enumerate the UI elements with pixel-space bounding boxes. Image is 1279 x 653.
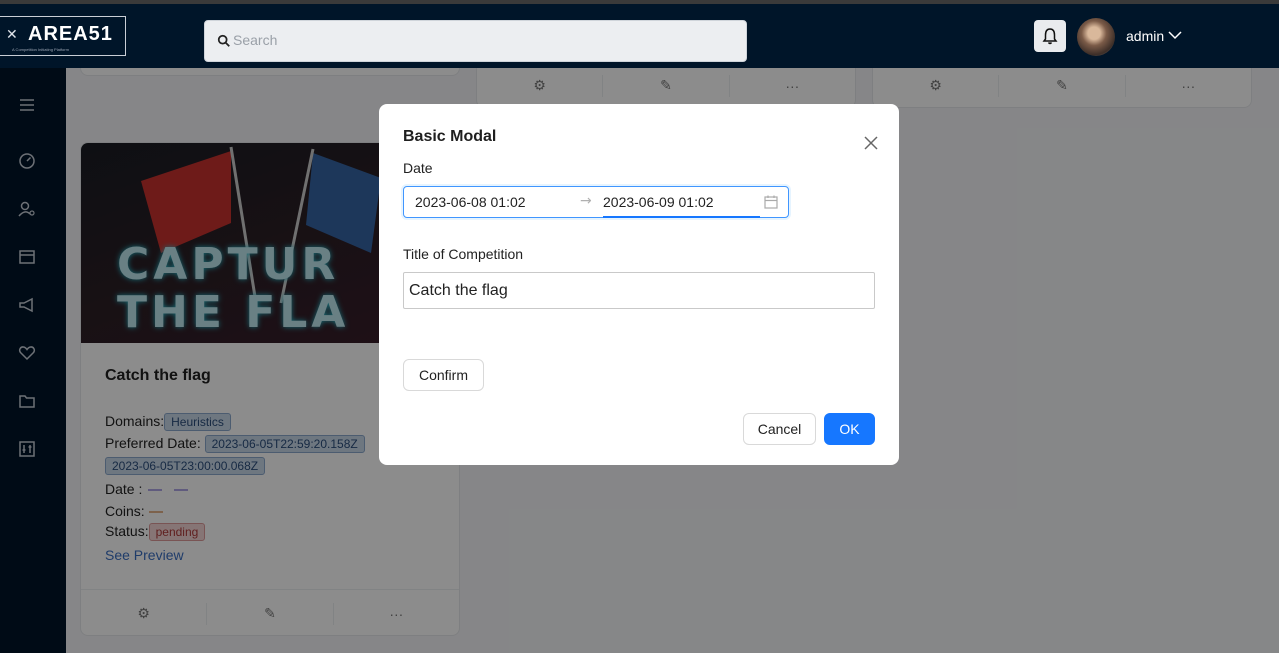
logo-text: AREA51 [28,23,113,45]
logo-tagline: A Competition Initiating Platform [12,47,69,52]
top-header: ✕ AREA51 A Competition Initiating Platfo… [0,4,1279,68]
active-input-indicator [603,216,760,218]
date-range-picker[interactable]: 2023-06-08 01:02 → 2023-06-09 01:02 [403,186,789,218]
cancel-button[interactable]: Cancel [743,413,816,445]
avatar[interactable] [1077,18,1115,56]
date-label: Date [403,160,433,176]
ok-button[interactable]: OK [824,413,875,445]
chevron-down-icon[interactable] [1168,30,1182,40]
competition-title-input[interactable] [403,272,875,309]
search-input[interactable] [233,27,733,53]
notifications-button[interactable] [1034,20,1066,52]
app-logo[interactable]: ✕ AREA51 A Competition Initiating Platfo… [0,16,126,56]
competition-title-label: Title of Competition [403,246,524,262]
arrow-right-icon: → [580,193,592,209]
logo-mark-icon: ✕ [6,27,18,43]
confirm-button[interactable]: Confirm [403,359,484,391]
modal-title: Basic Modal [403,128,497,145]
search-bar[interactable] [204,20,747,62]
bell-icon [1042,28,1058,45]
start-date-input[interactable]: 2023-06-08 01:02 [415,194,526,210]
close-icon[interactable] [862,134,880,152]
end-date-input[interactable]: 2023-06-09 01:02 [603,194,714,210]
username[interactable]: admin [1126,28,1164,44]
search-icon [217,34,230,47]
basic-modal: Basic Modal Date 2023-06-08 01:02 → 2023… [379,104,899,465]
calendar-icon[interactable] [763,194,779,210]
